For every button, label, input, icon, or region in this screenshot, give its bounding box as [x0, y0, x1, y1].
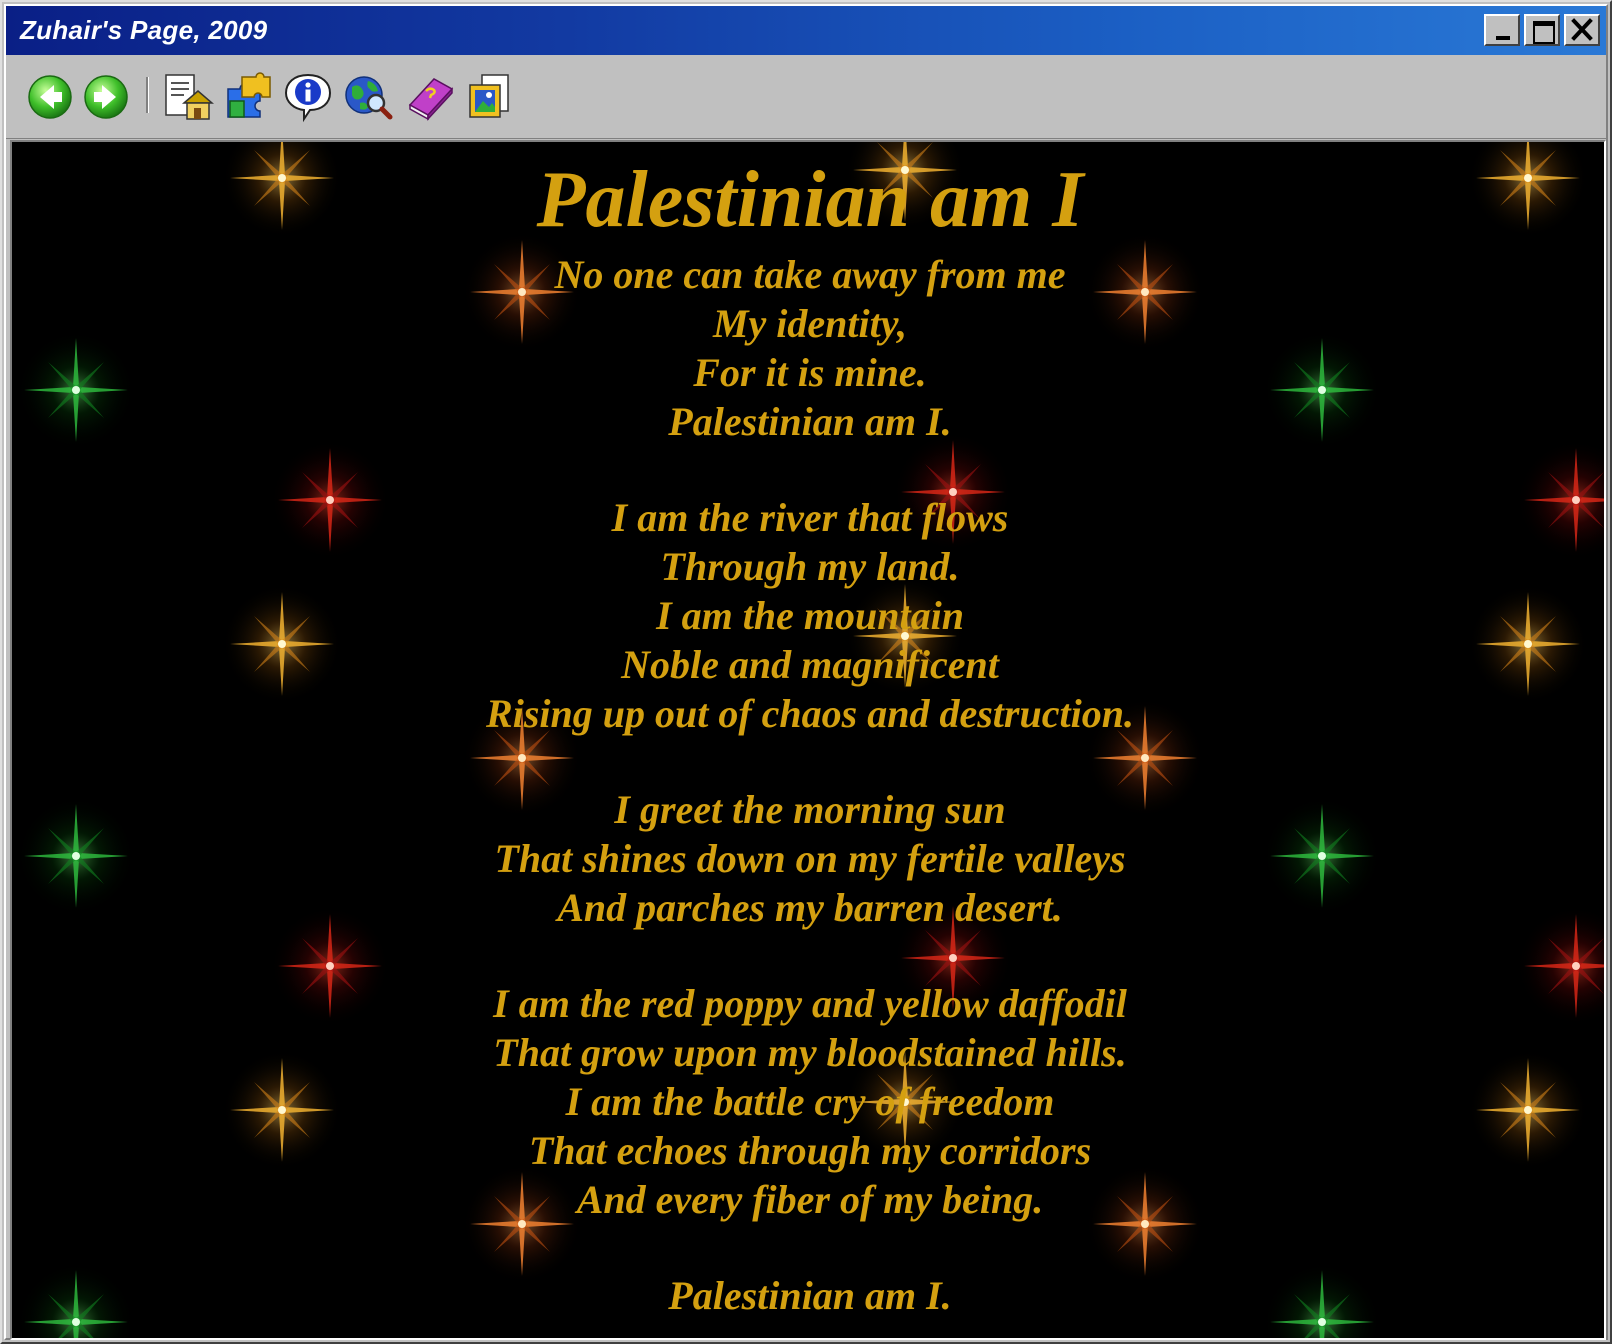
poem-line: That shines down on my fertile valleys [494, 836, 1126, 881]
poem-line: That grow upon my bloodstained hills. [493, 1030, 1127, 1075]
minimize-button[interactable] [1484, 14, 1520, 46]
poem-line: That echoes through my corridors [528, 1128, 1092, 1173]
puzzle-links-icon[interactable] [222, 71, 274, 123]
poem-line: I greet the morning sun [614, 787, 1006, 832]
maximize-button[interactable] [1524, 14, 1560, 46]
poem-line: I am the red poppy and yellow daffodil [493, 981, 1127, 1026]
poem-line: I am the battle cry of freedom [565, 1079, 1055, 1124]
toolbar [6, 55, 1606, 139]
maximize-icon [1533, 21, 1555, 44]
poem-line: For it is mine. [693, 350, 927, 395]
poem: Palestinian am I No one can take away fr… [12, 150, 1604, 1320]
poem-line: Noble and magnificent [621, 642, 999, 687]
poem-line: Rising up out of chaos and destruction. [486, 691, 1134, 736]
stanza-break [12, 446, 1604, 493]
stanza-break [12, 932, 1604, 979]
poem-line: I am the river that flows [611, 495, 1009, 540]
poem-line: I am the mountain [656, 593, 964, 638]
close-icon [1571, 18, 1593, 41]
picture-frame-icon[interactable] [464, 71, 516, 123]
globe-search-icon[interactable] [342, 71, 394, 123]
window-title: Zuhair's Page, 2009 [20, 15, 268, 45]
back-arrow-icon[interactable] [24, 71, 76, 123]
poem-line: No one can take away from me [554, 252, 1066, 297]
toolbar-separator [146, 77, 149, 113]
home-page-icon[interactable] [162, 71, 214, 123]
title-bar[interactable]: Zuhair's Page, 2009 [6, 6, 1606, 55]
poem-line: And parches my barren desert. [557, 885, 1063, 930]
poem-title: Palestinian am I [536, 156, 1084, 244]
poem-line: And every fiber of my being. [576, 1177, 1044, 1222]
book-icon[interactable] [404, 71, 456, 123]
info-icon[interactable] [282, 71, 334, 123]
forward-arrow-icon[interactable] [80, 71, 132, 123]
poem-line: My identity, [712, 301, 908, 346]
minimize-icon [1496, 36, 1510, 40]
stanza-break [12, 1224, 1604, 1271]
poem-line: Through my land. [660, 544, 960, 589]
window-controls [1484, 14, 1600, 46]
poem-line: Palestinian am I. [668, 1273, 952, 1318]
stanza-break [12, 738, 1604, 785]
browser-window: Zuhair's Page, 2009 Palestinian am I No … [0, 0, 1612, 1344]
poem-line: Palestinian am I. [668, 399, 952, 444]
close-button[interactable] [1564, 14, 1600, 46]
page-content: Palestinian am I No one can take away fr… [10, 140, 1606, 1340]
